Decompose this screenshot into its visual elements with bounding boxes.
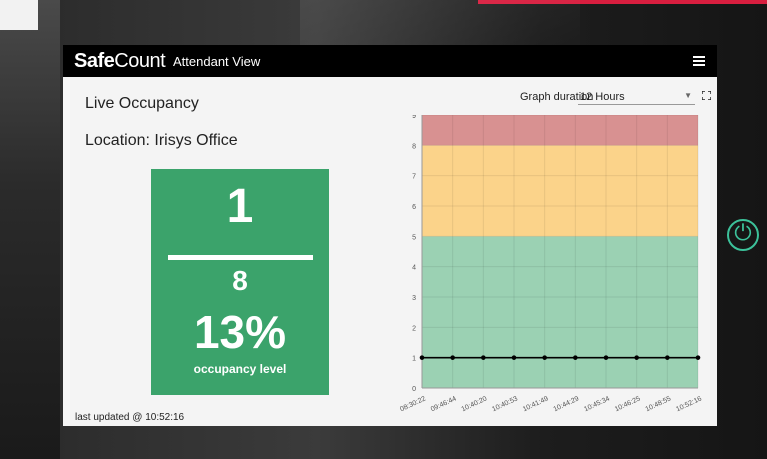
occupancy-point [481,355,486,360]
y-tick-label: 5 [412,234,416,241]
x-tick-label: 10:40:53 [491,395,519,413]
occupancy-card: 1 8 13% occupancy level [151,169,329,395]
x-tick-label: 10:41:49 [522,395,550,413]
y-tick-label: 3 [412,295,416,302]
tablet-bezel-left [0,0,60,459]
occupancy-point [573,355,578,360]
max-occupancy: 8 [232,265,248,296]
occupancy-point [419,355,425,360]
threshold-band-2 [422,115,698,146]
occupancy-point [665,355,670,360]
y-tick-label: 2 [412,325,416,332]
y-tick-label: 4 [412,265,416,272]
graph-duration-value: 12 Hours [580,91,625,103]
chevron-down-icon: ▼ [684,91,692,100]
occupancy-chart: 0 1 2 3 4 5 6 7 8 9 08:30:22 09:46:44 10:40:20 10:40:… [399,115,703,413]
occupancy-level-label: occupancy level [193,362,287,376]
y-tick-label: 8 [412,143,416,150]
occupancy-point [603,355,609,360]
x-tick-label: 10:52:16 [675,395,703,413]
y-tick-label: 9 [412,115,416,120]
y-tick-label: 6 [412,204,416,211]
occupancy-point [450,355,455,360]
x-tick-label: 10:44:29 [553,395,581,413]
y-tick-label: 0 [412,386,416,393]
x-tick-label: 08:30:22 [399,395,427,413]
hamburger-menu-icon[interactable] [693,56,705,66]
x-tick-label: 10:48:55 [645,395,673,413]
fullscreen-icon[interactable] [702,91,711,100]
x-tick-label: 10:40:20 [461,395,489,413]
background-corner [0,0,38,30]
logo-bold-text: Safe [74,50,115,72]
safecount-logo: SafeCount [74,50,166,73]
y-tick-label: 1 [412,356,416,363]
top-bar: SafeCount Attendant View [63,45,717,77]
last-updated: last updated @ 10:52:16 [75,412,185,423]
y-tick-label: 7 [412,174,416,181]
occupancy-percent: 13% [193,306,287,358]
current-occupancy: 1 [226,180,254,233]
live-occupancy-heading: Live Occupancy [85,95,199,112]
location-label: Location: Irisys Office [85,132,238,149]
x-tick-label: 10:46:25 [614,395,642,413]
app-screen: SafeCount Attendant View Live Occupancy … [63,45,717,426]
power-icon[interactable]: ⏻ [727,219,759,251]
occupancy-point [542,355,547,360]
occupancy-point [511,355,517,360]
x-tick-label: 10:45:34 [583,395,611,413]
threshold-band-0 [422,236,698,388]
occupancy-point [634,355,639,360]
threshold-band-1 [422,145,698,237]
logo-light-text: Count [114,50,166,72]
occupancy-point [695,355,701,360]
tablet-frame: ⏻ SafeCount Attendant View Live Occupanc… [0,0,767,459]
fraction-divider [168,255,313,260]
view-title: Attendant View [173,54,261,69]
main-content: Live Occupancy Location: Irisys Office 1… [63,77,717,426]
x-tick-label: 09:46:44 [430,395,458,413]
graph-duration-select[interactable]: 12 Hours ▼ [578,88,695,105]
